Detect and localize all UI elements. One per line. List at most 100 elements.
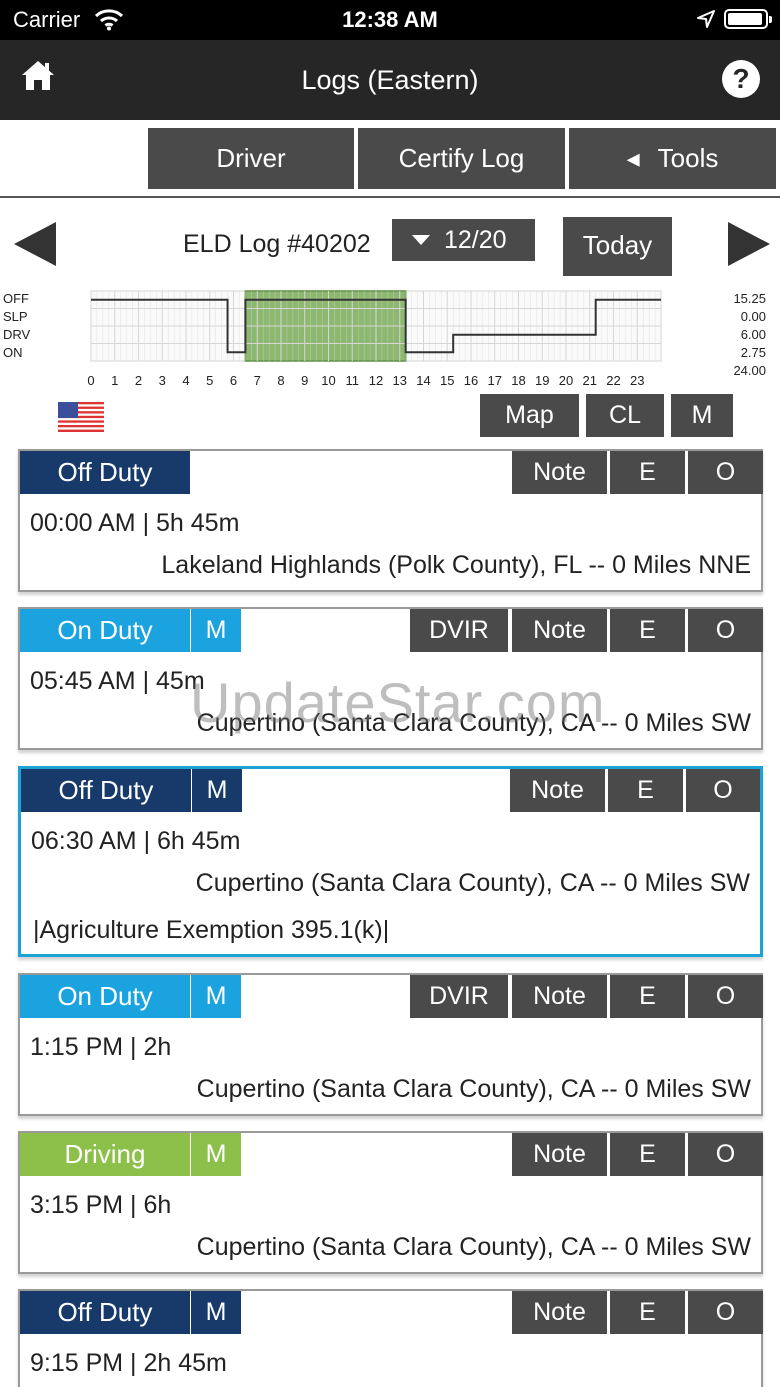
other-button[interactable]: O xyxy=(688,1133,763,1176)
page-title: Logs (Eastern) xyxy=(301,65,479,95)
edit-button[interactable]: E xyxy=(610,1291,685,1334)
status-badge: Driving xyxy=(20,1133,190,1176)
manual-marker: M xyxy=(191,609,241,652)
graph-hour-label: 6 xyxy=(229,373,238,388)
log-event-card-selected[interactable]: Off Duty M Note E O 06:30 AM | 6h 45m Cu… xyxy=(18,766,763,957)
other-button[interactable]: O xyxy=(688,975,763,1018)
event-time: 1:15 PM | 2h xyxy=(30,1033,172,1061)
today-button[interactable]: Today xyxy=(563,217,672,276)
watermark: UpdateStar.com xyxy=(190,671,606,734)
graph-hour-label: 1 xyxy=(111,373,119,388)
edit-button[interactable]: E xyxy=(608,769,683,812)
log-event-card[interactable]: Off Duty M Note E O 9:15 PM | 2h 45m xyxy=(18,1289,763,1387)
graph-hour-label: 4 xyxy=(182,373,190,388)
graph-hour-label: 5 xyxy=(206,373,214,388)
status-badge: Off Duty xyxy=(20,1291,190,1334)
manual-marker: M xyxy=(191,1291,241,1334)
graph-hour-label: 14 xyxy=(416,373,431,388)
edit-button[interactable]: E xyxy=(610,1133,685,1176)
next-day-arrow-icon[interactable] xyxy=(728,222,770,266)
manual-marker: M xyxy=(191,1133,241,1176)
graph-hour-label: 17 xyxy=(487,373,502,388)
help-icon[interactable]: ? xyxy=(722,60,760,98)
total-all: 24.00 xyxy=(733,363,766,378)
graph-hour-label: 7 xyxy=(253,373,261,388)
event-time: 00:00 AM | 5h 45m xyxy=(30,509,240,537)
graph-hour-label: 19 xyxy=(535,373,550,388)
chevron-left-icon: ◂ xyxy=(626,143,640,173)
event-location: Cupertino (Santa Clara County), CA -- 0 … xyxy=(196,1233,751,1261)
event-time: 3:15 PM | 6h xyxy=(30,1191,172,1219)
graph-hour-label: 18 xyxy=(511,373,526,388)
log-event-card[interactable]: Off Duty Note E O 00:00 AM | 5h 45m Lake… xyxy=(18,449,763,592)
graph-hour-label: 2 xyxy=(134,373,143,388)
m-button[interactable]: M xyxy=(671,394,733,437)
clock: 12:38 AM xyxy=(342,7,438,32)
graph-hour-label: 10 xyxy=(321,373,336,388)
tab-tools[interactable]: ◂ Tools xyxy=(569,128,776,189)
graph-hour-label: 20 xyxy=(558,373,574,388)
hos-graph: OFF SLP DRV ON 15.25 0.00 6.00 2.75 24.0… xyxy=(0,285,780,393)
other-button[interactable]: O xyxy=(688,609,763,652)
cl-button[interactable]: CL xyxy=(586,394,664,437)
edit-button[interactable]: E xyxy=(610,975,685,1018)
graph-hour-label: 16 xyxy=(463,373,479,388)
total-on: 2.75 xyxy=(740,345,766,360)
event-location: Cupertino (Santa Clara County), CA -- 0 … xyxy=(195,869,750,897)
graph-hour-label: 12 xyxy=(368,373,384,388)
note-button[interactable]: Note xyxy=(512,451,607,494)
note-button[interactable]: Note xyxy=(512,1291,607,1334)
tab-driver[interactable]: Driver xyxy=(148,128,354,189)
event-time: 06:30 AM | 6h 45m xyxy=(31,827,241,855)
edit-button[interactable]: E xyxy=(610,609,685,652)
map-button[interactable]: Map xyxy=(480,394,579,437)
edit-button[interactable]: E xyxy=(610,451,685,494)
other-button[interactable]: O xyxy=(686,769,760,812)
total-drv: 6.00 xyxy=(740,327,766,342)
note-button[interactable]: Note xyxy=(512,1133,607,1176)
dvir-button[interactable]: DVIR xyxy=(410,609,508,652)
log-event-card[interactable]: On Duty M DVIR Note E O 1:15 PM | 2h Cup… xyxy=(18,973,763,1116)
note-button[interactable]: Note xyxy=(510,769,605,812)
log-event-card[interactable]: Driving M Note E O 3:15 PM | 6h Cupertin… xyxy=(18,1131,763,1274)
graph-hour-label: 15 xyxy=(440,373,455,388)
previous-day-arrow-icon[interactable] xyxy=(14,222,56,266)
status-badge: Off Duty xyxy=(21,769,191,812)
other-button[interactable]: O xyxy=(688,1291,763,1334)
graph-hour-label: 0 xyxy=(87,373,95,388)
graph-hour-label: 21 xyxy=(582,373,597,388)
location-arrow-icon xyxy=(697,10,715,28)
note-button[interactable]: Note xyxy=(512,609,607,652)
total-slp: 0.00 xyxy=(740,309,766,324)
date-value: 12/20 xyxy=(444,226,507,254)
event-time: 9:15 PM | 2h 45m xyxy=(30,1349,227,1377)
dvir-button[interactable]: DVIR xyxy=(410,975,508,1018)
tab-bar: Driver Certify Log ◂ Tools xyxy=(0,120,780,198)
caret-down-icon xyxy=(412,235,430,245)
event-annotation: |Agriculture Exemption 395.1(k)| xyxy=(33,916,390,944)
total-off: 15.25 xyxy=(733,291,766,306)
graph-label-slp: SLP xyxy=(3,309,28,324)
tab-certify-log[interactable]: Certify Log xyxy=(358,128,565,189)
graph-hour-label: 23 xyxy=(630,373,645,388)
tab-tools-label: Tools xyxy=(657,143,719,173)
status-bar: Carrier 12:38 AM xyxy=(0,0,780,40)
date-dropdown[interactable]: 12/20 xyxy=(392,219,535,261)
note-button[interactable]: Note xyxy=(512,975,607,1018)
status-badge: On Duty xyxy=(20,609,190,652)
graph-hour-label: 13 xyxy=(392,373,407,388)
event-time: 05:45 AM | 45m xyxy=(30,667,205,695)
manual-marker: M xyxy=(191,975,241,1018)
graph-label-off: OFF xyxy=(3,291,29,306)
graph-totals: 15.25 0.00 6.00 2.75 24.00 xyxy=(733,290,766,380)
graph-label-drv: DRV xyxy=(3,327,31,342)
graph-hour-label: 11 xyxy=(345,373,360,388)
log-date-bar: ELD Log #40202 12/20 Today xyxy=(0,198,780,288)
eld-log-number: ELD Log #40202 xyxy=(183,230,371,258)
graph-hour-label: 22 xyxy=(606,373,621,388)
status-badge: Off Duty xyxy=(20,451,190,494)
battery-icon xyxy=(724,9,772,29)
graph-hour-label: 8 xyxy=(277,373,285,388)
event-location: Lakeland Highlands (Polk County), FL -- … xyxy=(161,551,751,579)
other-button[interactable]: O xyxy=(688,451,763,494)
